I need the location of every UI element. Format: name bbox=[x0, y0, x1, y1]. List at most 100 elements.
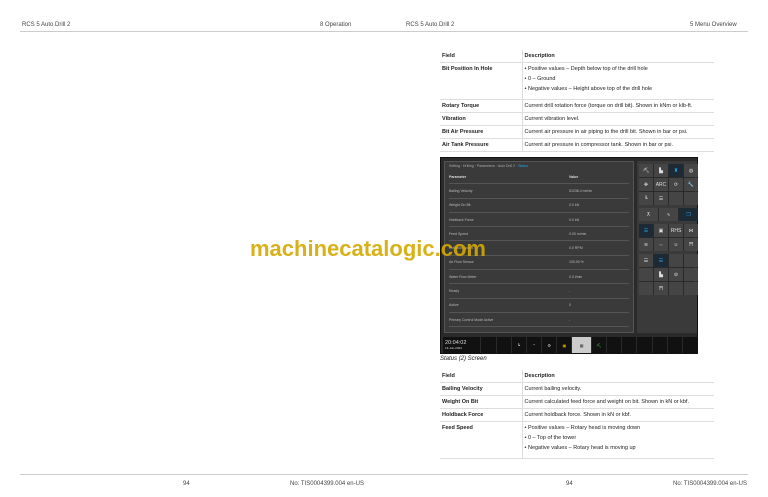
parameter-value: 0.0 kN bbox=[569, 203, 580, 208]
parameter-name: Holdback Force bbox=[449, 217, 474, 222]
chart-icon: ┗ bbox=[511, 337, 526, 353]
tower-icon: Ħ bbox=[654, 282, 668, 295]
breadcrumb-path: Setting · Drilling · Parameters · Auto D… bbox=[449, 164, 518, 168]
header-title-right: RCS 5 Auto Drill 2 bbox=[406, 22, 455, 28]
field-table-1: FieldDescription Bit Position In HolePos… bbox=[440, 50, 714, 152]
chart-icon: ┗ bbox=[639, 192, 653, 205]
parameter-row: Bailing Velocity 51238.4 m/min bbox=[449, 184, 629, 199]
field-desc: Current bailing velocity. bbox=[522, 382, 714, 396]
table-row: Vibration Current vibration level. bbox=[440, 112, 714, 126]
parameter-name: Water Flow Meter bbox=[449, 274, 477, 279]
list-icon: ☰ bbox=[639, 254, 653, 267]
field-name: Rotary Torque bbox=[440, 99, 523, 113]
page-number-left: 94 bbox=[183, 481, 190, 487]
field-name: Bit Position In Hole bbox=[440, 62, 523, 100]
signal-icon: ∿ bbox=[659, 208, 678, 221]
field-name: Weight On Bit bbox=[440, 395, 523, 409]
field-desc: Current vibration level. bbox=[522, 112, 714, 126]
parameter-value: 0 bbox=[569, 303, 571, 308]
coupling-icon: ⋈ bbox=[684, 224, 698, 237]
parameter-value: 0.00 m/min bbox=[569, 231, 587, 236]
bullet: 0 – Ground bbox=[525, 76, 713, 82]
menu-icon-grid: ⛏ ▙ ♜ ◍ ✥ ARC ⟳ 🔧 ┗ ☰ ⊼ ∿ ❐ ☰ ▣ RHS ⋈ ≋ ⇔ ∪ Ħ ☰ ☰ ▙ ⊘ Ħ bbox=[637, 161, 698, 333]
breadcrumb-active: Status bbox=[518, 164, 528, 168]
header-divider bbox=[20, 31, 748, 32]
bullet: Positive values – Depth below top of the… bbox=[525, 66, 713, 72]
doc-number-left: No: TIS0004399.004 en-US bbox=[290, 481, 364, 487]
status-bar: 20:04:02 13-Jun-2024 ┗ ⌃ ⚙ ▣ ▦ ⛏ bbox=[443, 337, 698, 353]
disabled-icon: ⊘ bbox=[669, 268, 683, 281]
col-description: Description bbox=[522, 50, 714, 63]
parameter-name: Primary Control Mode Active bbox=[449, 317, 494, 322]
table-row: Bit Air Pressure Current air pressure in … bbox=[440, 125, 714, 139]
header-section-right: 5 Menu Overview bbox=[690, 22, 737, 28]
col-value: Value bbox=[569, 174, 579, 179]
parameter-row: Weight On Bit 0.0 kN bbox=[449, 199, 629, 213]
spring-icon: ≋ bbox=[639, 238, 653, 251]
parameter-row: Primary Control Mode Active - bbox=[449, 313, 629, 328]
list-icon: ☰ bbox=[639, 224, 653, 237]
watermark: machinecatalogic.com bbox=[250, 236, 486, 261]
globe-icon: ◍ bbox=[684, 164, 698, 177]
field-name: Bailing Velocity bbox=[440, 382, 523, 396]
header-section-left: 8 Operation bbox=[320, 22, 352, 28]
parameter-row: Ready - bbox=[449, 284, 629, 299]
tower-icon: Ħ bbox=[684, 238, 698, 251]
breadcrumb: Setting · Drilling · Parameters · Auto D… bbox=[445, 162, 633, 170]
date: 13-Jun-2024 bbox=[445, 346, 462, 350]
move-icon: ✥ bbox=[639, 178, 653, 191]
header-title-left: RCS 5 Auto Drill 2 bbox=[22, 22, 71, 28]
tower-icon: ⊼ bbox=[639, 208, 658, 221]
field-desc: Current air pressure in compressor tank.… bbox=[522, 138, 714, 152]
engine-icon: ⚙ bbox=[542, 337, 557, 353]
arc-icon: ARC bbox=[654, 178, 668, 191]
col-field: Field bbox=[440, 50, 523, 63]
field-desc: Current air pressure in air piping to th… bbox=[522, 125, 714, 139]
table-row: Air Tank Pressure Current air pressure in… bbox=[440, 138, 714, 152]
col-parameter: Parameter bbox=[449, 174, 467, 179]
tower-icon: ⌃ bbox=[526, 337, 542, 353]
parameter-value: 100.00 % bbox=[569, 260, 584, 265]
table-row: Bailing Velocity Current bailing velocity… bbox=[440, 382, 714, 396]
parameter-name: Active bbox=[449, 303, 459, 308]
bullet: Negative values – Rotary head is moving … bbox=[525, 445, 713, 451]
table-row: Holdback Force Current holdback force. Sh… bbox=[440, 408, 714, 422]
box-icon: ▣ bbox=[557, 337, 572, 353]
bullet: 0 – Top of the tower bbox=[525, 435, 713, 441]
parameter-value: - bbox=[569, 317, 571, 322]
grid-menu-button: ▦ bbox=[572, 337, 591, 353]
parameter-value: 0.0 RPM bbox=[569, 246, 583, 251]
drill-icon: ⛏ bbox=[591, 337, 607, 353]
table-row: Feed SpeedPositive values – Rotary head … bbox=[440, 421, 714, 459]
parameter-row: Water Flow Meter 0.0 l/min bbox=[449, 270, 629, 285]
figure-caption: Status (2) Screen bbox=[440, 356, 487, 362]
list-icon: ☰ bbox=[654, 192, 668, 205]
list-icon: ☰ bbox=[654, 254, 668, 267]
page-number-right: 94 bbox=[566, 481, 573, 487]
parameter-value: 0.0 l/min bbox=[569, 274, 583, 279]
rotate-icon: ⟳ bbox=[669, 178, 683, 191]
field-name: Feed Speed bbox=[440, 421, 523, 459]
table-row: Bit Position In HolePositive values – De… bbox=[440, 62, 714, 100]
field-desc: Current drill rotation force (torque on … bbox=[522, 99, 714, 113]
parameter-name: Ready bbox=[449, 289, 460, 294]
field-name: Air Tank Pressure bbox=[440, 138, 523, 152]
drill-icon: ⛏ bbox=[639, 164, 653, 177]
bullet: Negative values – Height above top of th… bbox=[525, 86, 713, 92]
parameter-row: Active 0 bbox=[449, 299, 629, 313]
bullet: Positive values – Rotary head is moving … bbox=[525, 425, 713, 431]
field-desc: Current calculated feed force and weight… bbox=[522, 395, 714, 409]
magnet-icon: ∪ bbox=[669, 238, 683, 251]
col-field: Field bbox=[440, 370, 523, 383]
pages-icon: ❐ bbox=[679, 208, 698, 221]
parameter-value: - bbox=[569, 289, 571, 294]
doc-number-right: No: TIS0004399.004 en-US bbox=[673, 481, 747, 487]
wrench-icon: 🔧 bbox=[684, 178, 698, 191]
parameter-name: Bailing Velocity bbox=[449, 188, 473, 193]
boom-icon: ▙ bbox=[654, 164, 668, 177]
field-name: Holdback Force bbox=[440, 408, 523, 422]
table-row: Rotary Torque Current drill rotation forc… bbox=[440, 99, 714, 113]
field-name: Bit Air Pressure bbox=[440, 125, 523, 139]
box-icon: ▣ bbox=[654, 224, 668, 237]
boom-icon: ▙ bbox=[654, 268, 668, 281]
